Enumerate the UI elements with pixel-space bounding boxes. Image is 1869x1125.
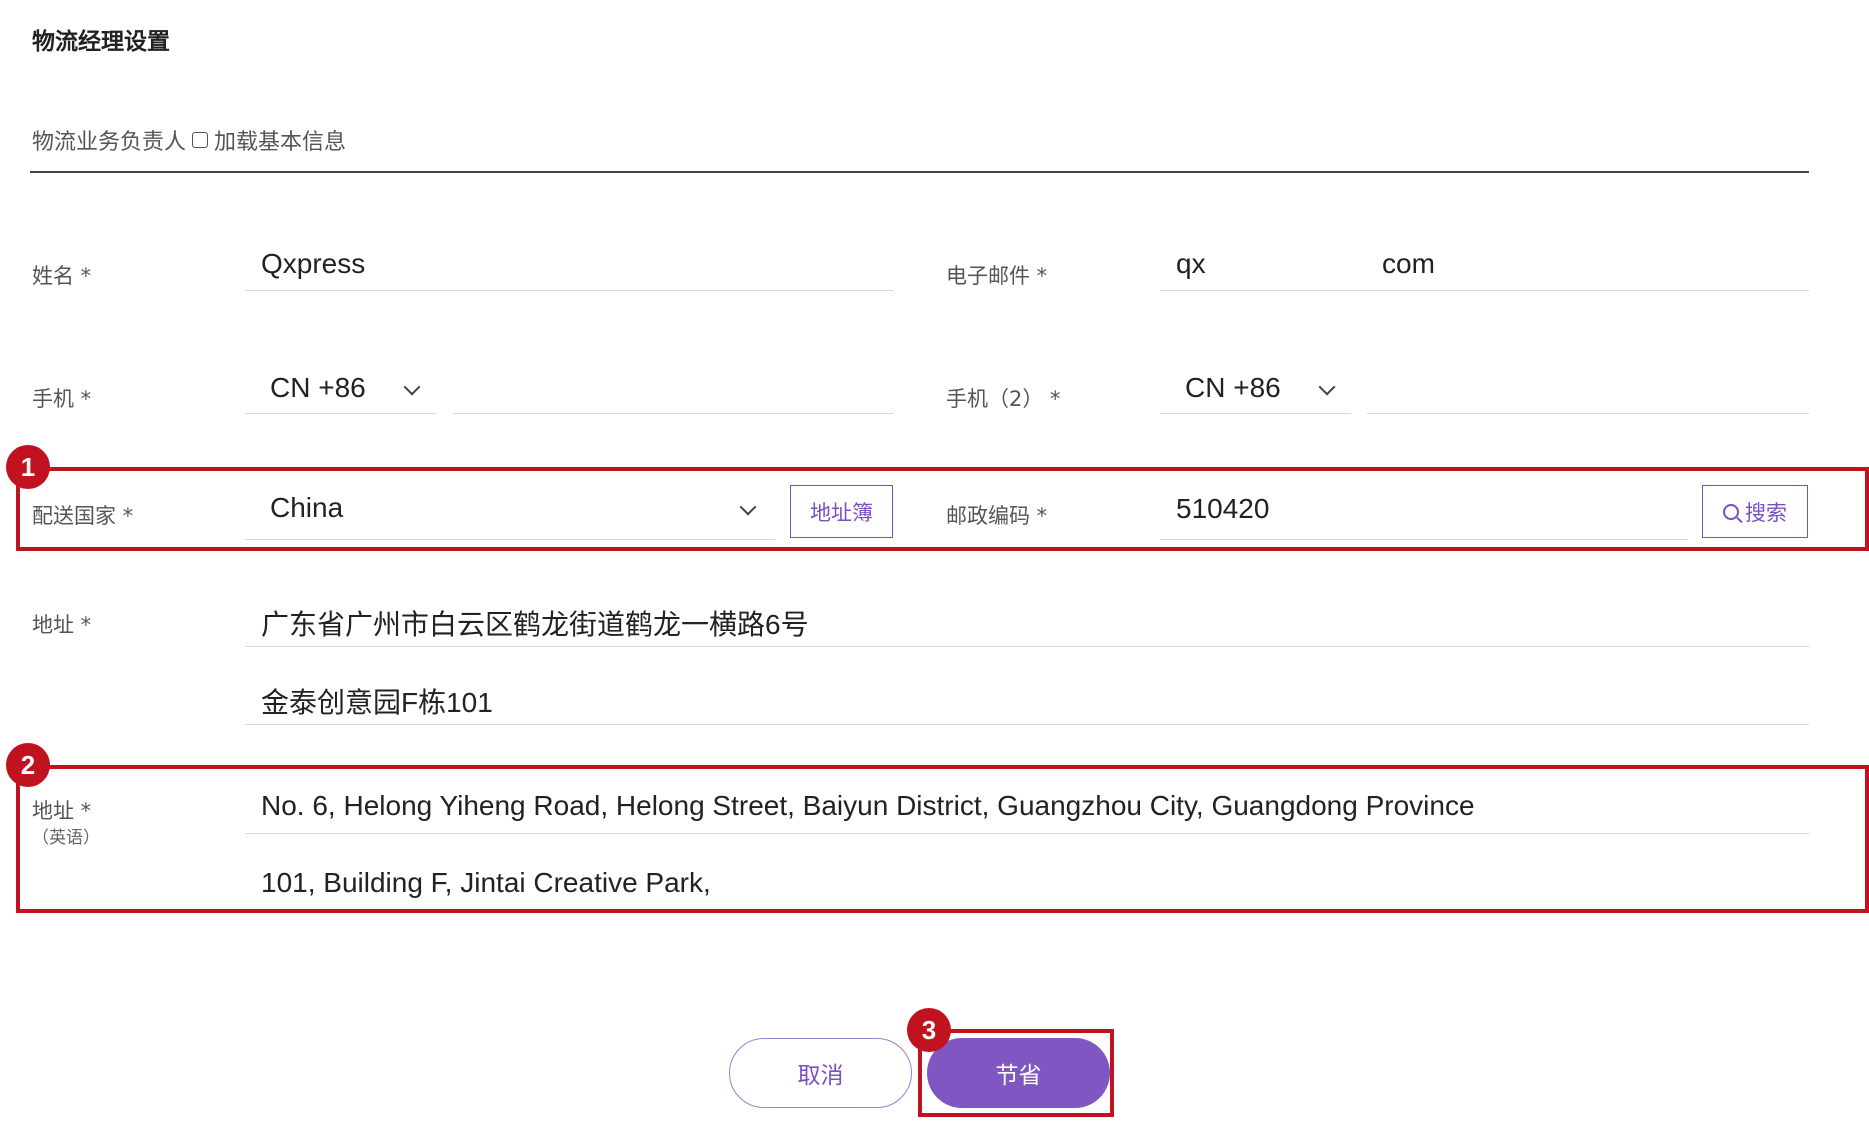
mobile-country-code-value: CN +86 bbox=[270, 372, 366, 403]
email-label: 电子邮件 * bbox=[946, 264, 1048, 288]
address-line2-underline bbox=[245, 724, 1809, 725]
section-label: 物流业务负责人 bbox=[32, 130, 187, 155]
page-title: 物流经理设置 bbox=[32, 29, 170, 55]
section-divider bbox=[30, 171, 1809, 173]
name-underline bbox=[245, 290, 894, 291]
section-header: 物流业务负责人 加载基本信息 bbox=[32, 124, 346, 156]
step-badge-3: 3 bbox=[907, 1008, 951, 1052]
highlight-box-2 bbox=[16, 765, 1869, 913]
email-domain-input[interactable]: com bbox=[1382, 248, 1435, 280]
step-badge-2: 2 bbox=[6, 743, 50, 787]
mobile-code-underline bbox=[245, 413, 436, 414]
address-label: 地址 * bbox=[32, 613, 92, 637]
mobile2-label: 手机（2） * bbox=[946, 387, 1061, 411]
email-underline bbox=[1160, 290, 1809, 291]
mobile2-country-code-select[interactable]: CN +86 bbox=[1160, 364, 1351, 414]
load-basic-info-checkbox[interactable] bbox=[192, 132, 209, 148]
chevron-down-icon bbox=[1318, 378, 1336, 396]
highlight-box-3 bbox=[918, 1029, 1114, 1117]
address-line1-input[interactable]: 广东省广州市白云区鹤龙街道鹤龙一横路6号 bbox=[261, 603, 809, 643]
mobile-label: 手机 * bbox=[32, 387, 92, 411]
mobile2-number-underline bbox=[1367, 413, 1809, 414]
mobile2-code-underline bbox=[1160, 413, 1351, 414]
name-label: 姓名 * bbox=[32, 264, 92, 288]
step-badge-1: 1 bbox=[6, 445, 50, 489]
cancel-button[interactable]: 取消 bbox=[729, 1038, 912, 1108]
address-line1-underline bbox=[245, 646, 1809, 647]
mobile2-country-code-value: CN +86 bbox=[1185, 372, 1281, 403]
chevron-down-icon bbox=[403, 378, 421, 396]
mobile-country-code-select[interactable]: CN +86 bbox=[245, 364, 436, 414]
cancel-button-label: 取消 bbox=[797, 1063, 844, 1089]
address-line2-input[interactable]: 金泰创意园F栋101 bbox=[261, 681, 493, 721]
email-local-input[interactable]: qx bbox=[1176, 248, 1206, 280]
mobile-number-underline bbox=[453, 413, 894, 414]
load-basic-info-label[interactable]: 加载基本信息 bbox=[214, 124, 346, 156]
name-input[interactable]: Qxpress bbox=[261, 248, 365, 280]
highlight-box-1 bbox=[16, 467, 1869, 551]
